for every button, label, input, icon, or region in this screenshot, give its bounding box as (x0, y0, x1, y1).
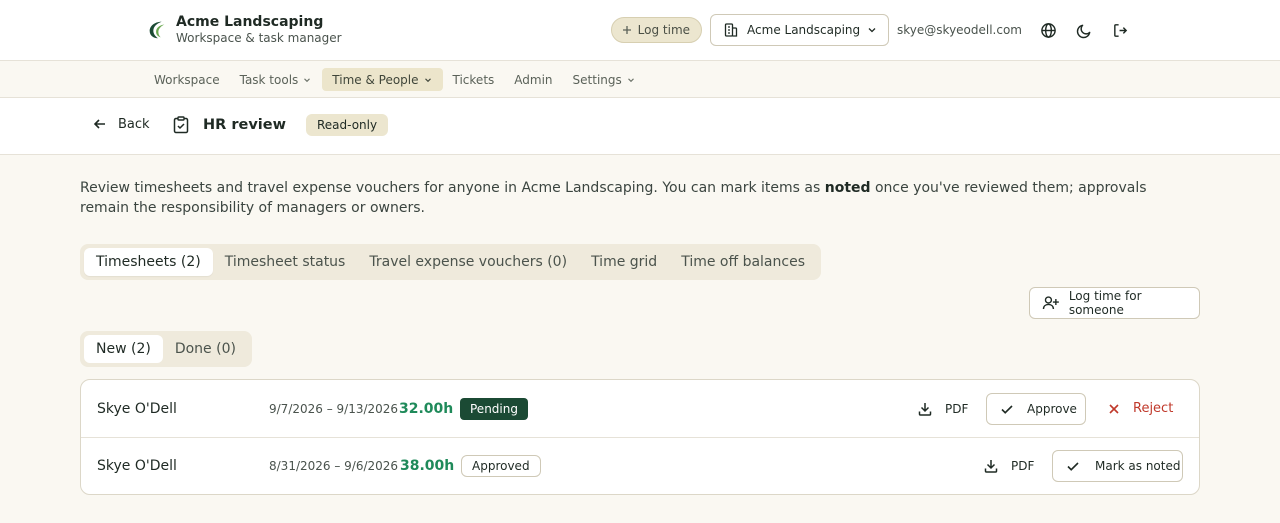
log-time-for-someone-button[interactable]: Log time for someone (1029, 287, 1200, 319)
page-title: HR review (203, 117, 286, 133)
nav-item-label: Settings (572, 72, 622, 87)
hours-total: 32.00h (399, 400, 454, 417)
chevron-down-icon (424, 77, 431, 82)
hours-total: 38.00h (400, 458, 455, 474)
read-only-badge: Read-only (306, 114, 389, 136)
timesheet-list: Skye O'Dell 9/7/2026 – 9/13/2026 32.00h Pen… (80, 379, 1200, 495)
nav-item-label: Tickets (452, 72, 495, 87)
brand-subtitle: Workspace & task manager (176, 31, 342, 45)
pdf-download-button[interactable]: PDF (917, 401, 968, 417)
log-time-label: Log time (637, 23, 691, 37)
log-time-button[interactable]: Log time (610, 17, 703, 43)
tab-time-grid[interactable]: Time grid (579, 248, 669, 276)
page-header: Back HR review Read-only (0, 98, 1280, 155)
plus-icon (622, 26, 631, 34)
reject-label: Reject (1133, 401, 1174, 416)
employee-name: Skye O'Dell (97, 400, 177, 417)
building-icon (724, 23, 738, 37)
download-icon (918, 402, 932, 416)
nav-item-time-people[interactable]: Time & People (322, 68, 443, 91)
employee-name: Skye O'Dell (97, 458, 177, 474)
close-icon (1109, 403, 1119, 414)
nav-item-settings[interactable]: Settings (563, 68, 646, 91)
status-badge: Pending (460, 397, 528, 420)
subtab-done[interactable]: Done (0) (163, 335, 248, 363)
main-content: Review timesheets and travel expense vou… (80, 178, 1200, 495)
brand-logo-icon (149, 21, 165, 39)
date-range: 9/7/2026 – 9/13/2026 (269, 401, 399, 416)
nav-item-admin[interactable]: Admin (504, 68, 562, 91)
main-nav: Workspace Task tools Time & People Tickets A… (0, 61, 1280, 98)
tab-timesheets[interactable]: Timesheets (2) (84, 248, 213, 276)
reject-button[interactable]: Reject (1107, 401, 1173, 416)
back-label: Back (118, 116, 150, 132)
mark-as-noted-button[interactable]: Mark as noted (1052, 450, 1183, 482)
date-range: 8/31/2026 – 9/6/2026 (269, 459, 399, 473)
globe-icon[interactable] (1038, 20, 1058, 40)
log-time-for-someone-label: Log time for someone (1068, 289, 1142, 317)
review-tabs: Timesheets (2) Timesheet status Travel exp… (80, 244, 821, 280)
nav-item-label: Task tools (239, 72, 299, 87)
nav-item-workspace[interactable]: Workspace (144, 68, 230, 91)
chevron-down-icon (627, 77, 634, 82)
user-email: skye@skyeodell.com (897, 23, 1022, 37)
table-row: Skye O'Dell 8/31/2026 – 9/6/2026 38.00h App… (81, 437, 1199, 494)
check-icon (1067, 462, 1079, 471)
user-plus-icon (1042, 296, 1059, 309)
nav-item-task-tools[interactable]: Task tools (230, 68, 323, 91)
brand-title: Acme Landscaping (176, 14, 324, 30)
check-icon (1001, 404, 1013, 414)
nav-item-tickets[interactable]: Tickets (443, 68, 505, 91)
table-row: Skye O'Dell 9/7/2026 – 9/13/2026 32.00h Pen… (81, 380, 1199, 437)
moon-icon[interactable] (1074, 20, 1094, 40)
tab-time-off-balances[interactable]: Time off balances (669, 248, 817, 276)
org-select[interactable]: Acme Landscaping (710, 14, 890, 46)
pdf-download-button[interactable]: PDF (983, 458, 1034, 474)
status-badge: Approved (461, 455, 541, 477)
download-icon (984, 460, 998, 473)
org-select-value: Acme Landscaping (747, 23, 861, 37)
brand[interactable]: Acme Landscaping Workspace & task manage… (146, 14, 342, 46)
pdf-label: PDF (945, 401, 969, 416)
tab-timesheet-status[interactable]: Timesheet status (213, 248, 358, 276)
arrow-left-icon (93, 119, 105, 129)
top-header: Acme Landscaping Workspace & task manage… (0, 0, 1280, 61)
action-label: Mark as noted (1095, 459, 1181, 473)
subtab-new[interactable]: New (2) (84, 335, 163, 363)
back-button[interactable]: Back (92, 116, 150, 132)
logout-icon[interactable] (1110, 20, 1130, 40)
tab-travel-expense-vouchers[interactable]: Travel expense vouchers (0) (357, 248, 579, 276)
chevron-down-icon (304, 77, 311, 82)
action-label: Approve (1027, 401, 1077, 416)
chevron-down-icon (868, 28, 876, 33)
nav-item-label: Admin (514, 72, 553, 87)
status-subtabs: New (2) Done (0) (80, 331, 252, 367)
clipboard-check-icon (173, 116, 189, 134)
intro-text: Review timesheets and travel expense vou… (80, 180, 1147, 216)
approve-button[interactable]: Approve (986, 392, 1086, 425)
nav-item-label: Time & People (332, 72, 419, 87)
nav-item-label: Workspace (154, 72, 220, 87)
pdf-label: PDF (1011, 459, 1035, 473)
